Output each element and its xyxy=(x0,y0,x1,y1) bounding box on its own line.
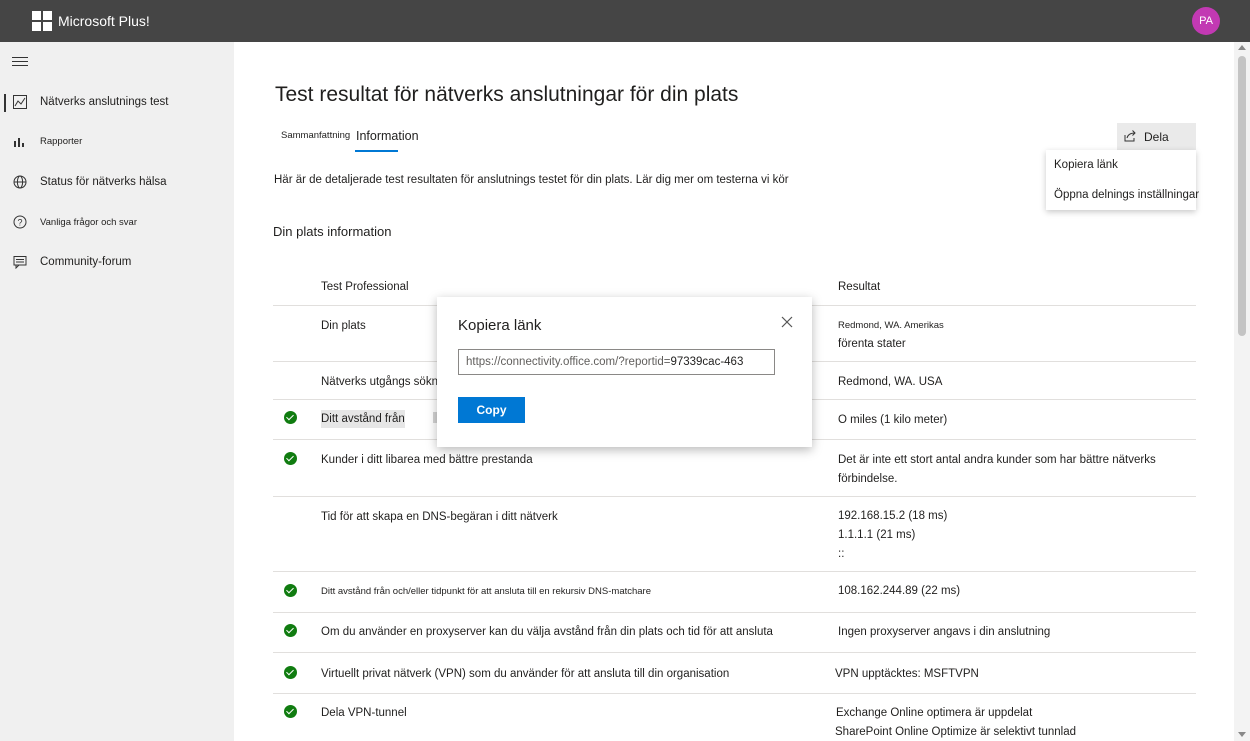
table-cell-test: Kunder i ditt libarea med bättre prestan… xyxy=(321,454,533,466)
row-divider xyxy=(273,496,1196,497)
table-cell-result: VPN upptäcktes: MSFTVPN xyxy=(835,668,979,680)
sidebar-item-label: Vanliga frågor och svar xyxy=(40,217,137,228)
row-divider xyxy=(273,693,1196,694)
avatar[interactable]: PA xyxy=(1192,7,1220,35)
table-cell-result: :: xyxy=(838,548,845,560)
column-header-result: Resultat xyxy=(838,281,881,293)
table-cell-test: Virtuellt privat nätverk (VPN) som du an… xyxy=(321,668,730,680)
scroll-thumb[interactable] xyxy=(1238,56,1246,336)
success-check-icon xyxy=(284,411,297,424)
table-cell-test: Nätverks utgångs sökning xyxy=(321,376,454,388)
menu-item-copy-link[interactable]: Kopiera länk xyxy=(1054,159,1118,171)
column-header-test: Test Professional xyxy=(321,281,409,293)
bar-chart-icon xyxy=(14,138,24,147)
sidebar: Nätverks anslutnings test Rapporter Stat… xyxy=(0,42,234,741)
menu-item-open-share-settings[interactable]: Öppna delnings inställningar xyxy=(1054,189,1199,201)
success-check-icon xyxy=(284,584,297,597)
url-prefix: https://connectivity.office.com/?reporti… xyxy=(466,356,671,368)
sidebar-item-network-test[interactable]: Nätverks anslutnings test xyxy=(0,88,234,118)
row-divider xyxy=(273,612,1196,613)
table-cell-result: förenta stater xyxy=(838,338,906,350)
table-cell-test: Ditt avstånd från xyxy=(321,410,405,428)
sidebar-item-label: Nätverks anslutnings test xyxy=(40,96,169,108)
intro-text: Här är de detaljerade test resultaten fö… xyxy=(274,174,789,186)
sidebar-item-reports[interactable]: Rapporter xyxy=(0,127,234,157)
table-cell-result: O miles (1 kilo meter) xyxy=(838,414,948,426)
share-menu: Kopiera länk Öppna delnings inställninga… xyxy=(1046,150,1199,210)
tab-summary[interactable]: Sammanfattning xyxy=(281,130,350,141)
share-label: Dela xyxy=(1144,130,1169,144)
table-cell-result: förbindelse. xyxy=(838,473,898,485)
copy-button[interactable]: Copy xyxy=(458,397,525,423)
success-check-icon xyxy=(284,666,297,679)
success-check-icon xyxy=(284,705,297,718)
sidebar-item-network-health[interactable]: Status för nätverks hälsa xyxy=(0,168,234,198)
success-check-icon xyxy=(284,624,297,637)
url-report-id: 97339cac-463 xyxy=(670,356,744,368)
table-cell-result: 1.1.1.1 (21 ms) xyxy=(838,529,916,541)
table-cell-result: Det är inte ett stort antal andra kunder… xyxy=(838,454,1156,466)
table-cell-test: Din plats xyxy=(321,320,366,332)
table-cell-result: Redmond, WA. Amerikas xyxy=(838,320,944,331)
vertical-scrollbar[interactable] xyxy=(1234,42,1250,741)
table-cell-result: 108.162.244.89 (22 ms) xyxy=(838,585,961,597)
page-title: Test resultat för nätverks anslutningar … xyxy=(275,83,739,106)
table-cell-test: Ditt avstånd från och/eller tidpunkt för… xyxy=(321,586,652,597)
help-circle-icon: ? xyxy=(13,215,27,229)
close-icon[interactable] xyxy=(781,316,793,328)
app-title[interactable]: Microsoft Plus! xyxy=(58,13,150,29)
row-divider xyxy=(273,652,1196,653)
copy-link-dialog: Kopiera länk https://connectivity.office… xyxy=(437,297,812,447)
chart-image-icon xyxy=(13,95,27,109)
sidebar-item-community[interactable]: Community-forum xyxy=(0,248,234,278)
scroll-down-arrow-icon[interactable] xyxy=(1238,732,1246,737)
sidebar-item-label: Status för nätverks hälsa xyxy=(40,176,167,188)
share-icon xyxy=(1124,130,1136,142)
table-cell-test: Tid för att skapa en DNS-begäran i ditt … xyxy=(321,511,558,523)
top-bar: Microsoft Plus! PA xyxy=(0,0,1250,42)
table-cell-result: Exchange Online optimera är uppdelat xyxy=(836,707,1033,719)
section-title: Din plats information xyxy=(273,224,392,239)
tab-selected-indicator xyxy=(355,150,398,152)
tab-information[interactable]: Information xyxy=(356,129,419,143)
svg-text:?: ? xyxy=(17,218,22,228)
share-button[interactable]: Dela xyxy=(1117,123,1196,150)
microsoft-logo-icon[interactable] xyxy=(32,11,52,31)
globe-icon xyxy=(13,175,27,189)
table-cell-result: Redmond, WA. USA xyxy=(838,376,943,388)
link-url-field[interactable]: https://connectivity.office.com/?reporti… xyxy=(458,349,775,375)
row-divider xyxy=(273,571,1196,572)
table-cell-test: Om du använder en proxyserver kan du väl… xyxy=(321,626,773,638)
sidebar-item-faq[interactable]: ? Vanliga frågor och svar xyxy=(0,208,234,238)
table-cell-result: Ingen proxyserver angavs i din anslutnin… xyxy=(838,626,1051,638)
hamburger-menu-icon[interactable] xyxy=(12,57,28,67)
chat-icon xyxy=(13,256,27,269)
table-cell-result: 192.168.15.2 (18 ms) xyxy=(838,510,948,522)
table-cell-test: Dela VPN-tunnel xyxy=(321,707,407,719)
scroll-up-arrow-icon[interactable] xyxy=(1238,45,1246,50)
dialog-title: Kopiera länk xyxy=(458,317,542,334)
table-cell-result: SharePoint Online Optimize är selektivt … xyxy=(835,726,1076,738)
sidebar-item-label: Community-forum xyxy=(40,256,132,268)
success-check-icon xyxy=(284,452,297,465)
sidebar-item-label: Rapporter xyxy=(40,136,83,147)
